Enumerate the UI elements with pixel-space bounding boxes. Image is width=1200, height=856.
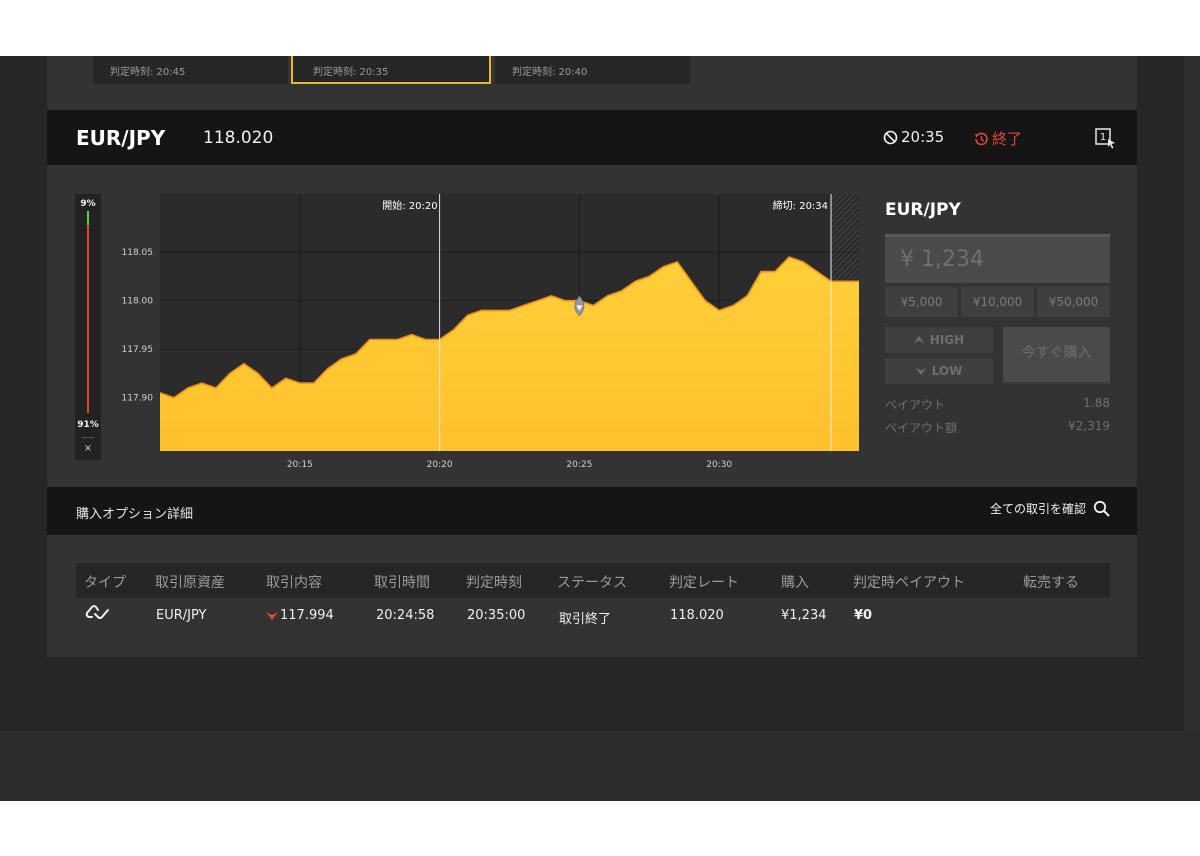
row-asset: EUR/JPY — [156, 608, 207, 623]
y-tick-label-3: 117.90 — [122, 394, 154, 404]
deadline-marker-label: 締切: 20:34 — [773, 199, 828, 212]
col-resell: 転売する — [1023, 575, 1079, 591]
high-bar — [87, 211, 89, 225]
time-card-label: 判定時刻: 20:45 — [110, 67, 186, 78]
app-footer — [0, 731, 1200, 801]
status-ended-text: 終了 — [992, 130, 1023, 148]
row-content: 117.994 — [266, 608, 334, 623]
payout-label: ペイアウト — [885, 398, 946, 412]
current-rate: 118.020 — [203, 128, 274, 148]
quick-amount-5000-button[interactable]: ¥5,000 — [885, 287, 958, 317]
sentiment-gauge: 9% 91% × — [75, 194, 101, 460]
time-card-20-35[interactable]: 判定時刻: 20:35 — [291, 56, 491, 84]
price-chart: 118.05 118.00 117.95 117.90 20:15 20:20 20:25 2… — [122, 194, 859, 470]
quick-amount-50000-button[interactable]: ¥50,000 — [1037, 287, 1110, 317]
row-judge-rate: 118.020 — [670, 608, 724, 623]
amount-input[interactable]: ¥ 1,234 — [885, 234, 1110, 283]
quick-amount-10000-button[interactable]: ¥10,000 — [961, 287, 1034, 317]
close-gauge-button[interactable]: × — [75, 443, 101, 454]
x-tick-label-1: 20:20 — [427, 460, 453, 470]
x-tick-label-0: 20:15 — [287, 460, 313, 470]
arrow-up-icon — [913, 336, 924, 343]
asset-pair: EUR/JPY — [76, 126, 166, 150]
col-judge-rate: 判定レート — [669, 575, 739, 591]
payout-row: ペイアウト 1.88 — [885, 396, 1110, 413]
ladder-type-icon — [85, 605, 109, 619]
low-button[interactable]: LOW — [885, 358, 993, 384]
high-label: HIGH — [929, 333, 965, 347]
trade-table-header: タイプ 取引原資産 取引内容 取引時間 判定時刻 ステータス 判定レート 購入 … — [76, 563, 1110, 598]
row-purchase: ¥1,234 — [781, 608, 827, 623]
high-percentage: 9% — [80, 199, 96, 209]
row-content-rate: 117.994 — [280, 608, 334, 623]
row-status: 取引終了 — [559, 612, 612, 627]
judge-time: 20:35 — [883, 128, 944, 146]
low-label: LOW — [931, 364, 963, 378]
time-card-20-45[interactable]: 判定時刻: 20:45 — [93, 56, 288, 84]
col-type: タイプ — [84, 575, 126, 591]
col-trade-time: 取引時間 — [374, 575, 430, 591]
buy-now-button[interactable]: 今すぐ購入 — [1003, 327, 1110, 384]
window-cursor-icon[interactable]: 1 — [1094, 127, 1116, 149]
row-judge-time: 20:35:00 — [467, 608, 526, 623]
col-payout: 判定時ペイアウト — [853, 575, 965, 591]
y-tick-label-0: 118.05 — [122, 248, 154, 258]
purchase-details-title: 購入オプション詳細 — [76, 507, 194, 522]
gauge-divider — [82, 437, 94, 438]
row-payout: ¥0 — [854, 608, 873, 623]
payout-amount-label: ペイアウト額 — [885, 421, 958, 435]
payout-amount-value: ¥2,319 — [1068, 419, 1110, 433]
low-direction-icon — [266, 612, 278, 620]
col-purchase: 購入 — [781, 575, 809, 591]
y-tick-label-2: 117.95 — [122, 345, 154, 355]
purchase-details-bar: 購入オプション詳細 全ての取引を確認 — [47, 487, 1137, 535]
asset-header: EUR/JPY 118.020 20:35 終了 1 — [47, 110, 1137, 165]
x-tick-label-2: 20:25 — [566, 460, 592, 470]
arrow-down-icon — [915, 368, 926, 375]
x-tick-label-3: 20:30 — [706, 460, 732, 470]
low-percentage: 91% — [77, 420, 99, 430]
search-icon — [1093, 500, 1110, 517]
low-bar — [87, 225, 89, 413]
time-card-label: 判定時刻: 20:35 — [313, 67, 389, 78]
no-entry-icon — [883, 130, 898, 144]
scroll-strip — [1184, 56, 1200, 731]
time-card-label: 判定時刻: 20:40 — [512, 67, 588, 78]
judge-time-text: 20:35 — [901, 128, 945, 146]
payout-amount-row: ペイアウト額 ¥2,319 — [885, 419, 1110, 436]
svg-text:1: 1 — [1100, 132, 1106, 143]
col-content: 取引内容 — [266, 575, 322, 591]
time-card-20-40[interactable]: 判定時刻: 20:40 — [495, 56, 690, 84]
history-icon — [975, 132, 988, 145]
row-trade-time: 20:24:58 — [376, 608, 435, 623]
view-all-trades-label: 全ての取引を確認 — [989, 502, 1086, 516]
col-asset: 取引原資産 — [155, 575, 225, 591]
col-judge-time: 判定時刻 — [466, 575, 522, 591]
start-marker-label: 開始: 20:20 — [382, 199, 437, 212]
payout-value: 1.88 — [1083, 396, 1110, 410]
y-tick-label-1: 118.00 — [122, 297, 154, 307]
trade-panel-pair: EUR/JPY — [885, 200, 961, 220]
view-all-trades-link[interactable]: 全ての取引を確認 — [990, 500, 1110, 517]
col-status: ステータス — [557, 575, 627, 591]
status-ended: 終了 — [973, 128, 1022, 149]
high-button[interactable]: HIGH — [885, 327, 993, 353]
